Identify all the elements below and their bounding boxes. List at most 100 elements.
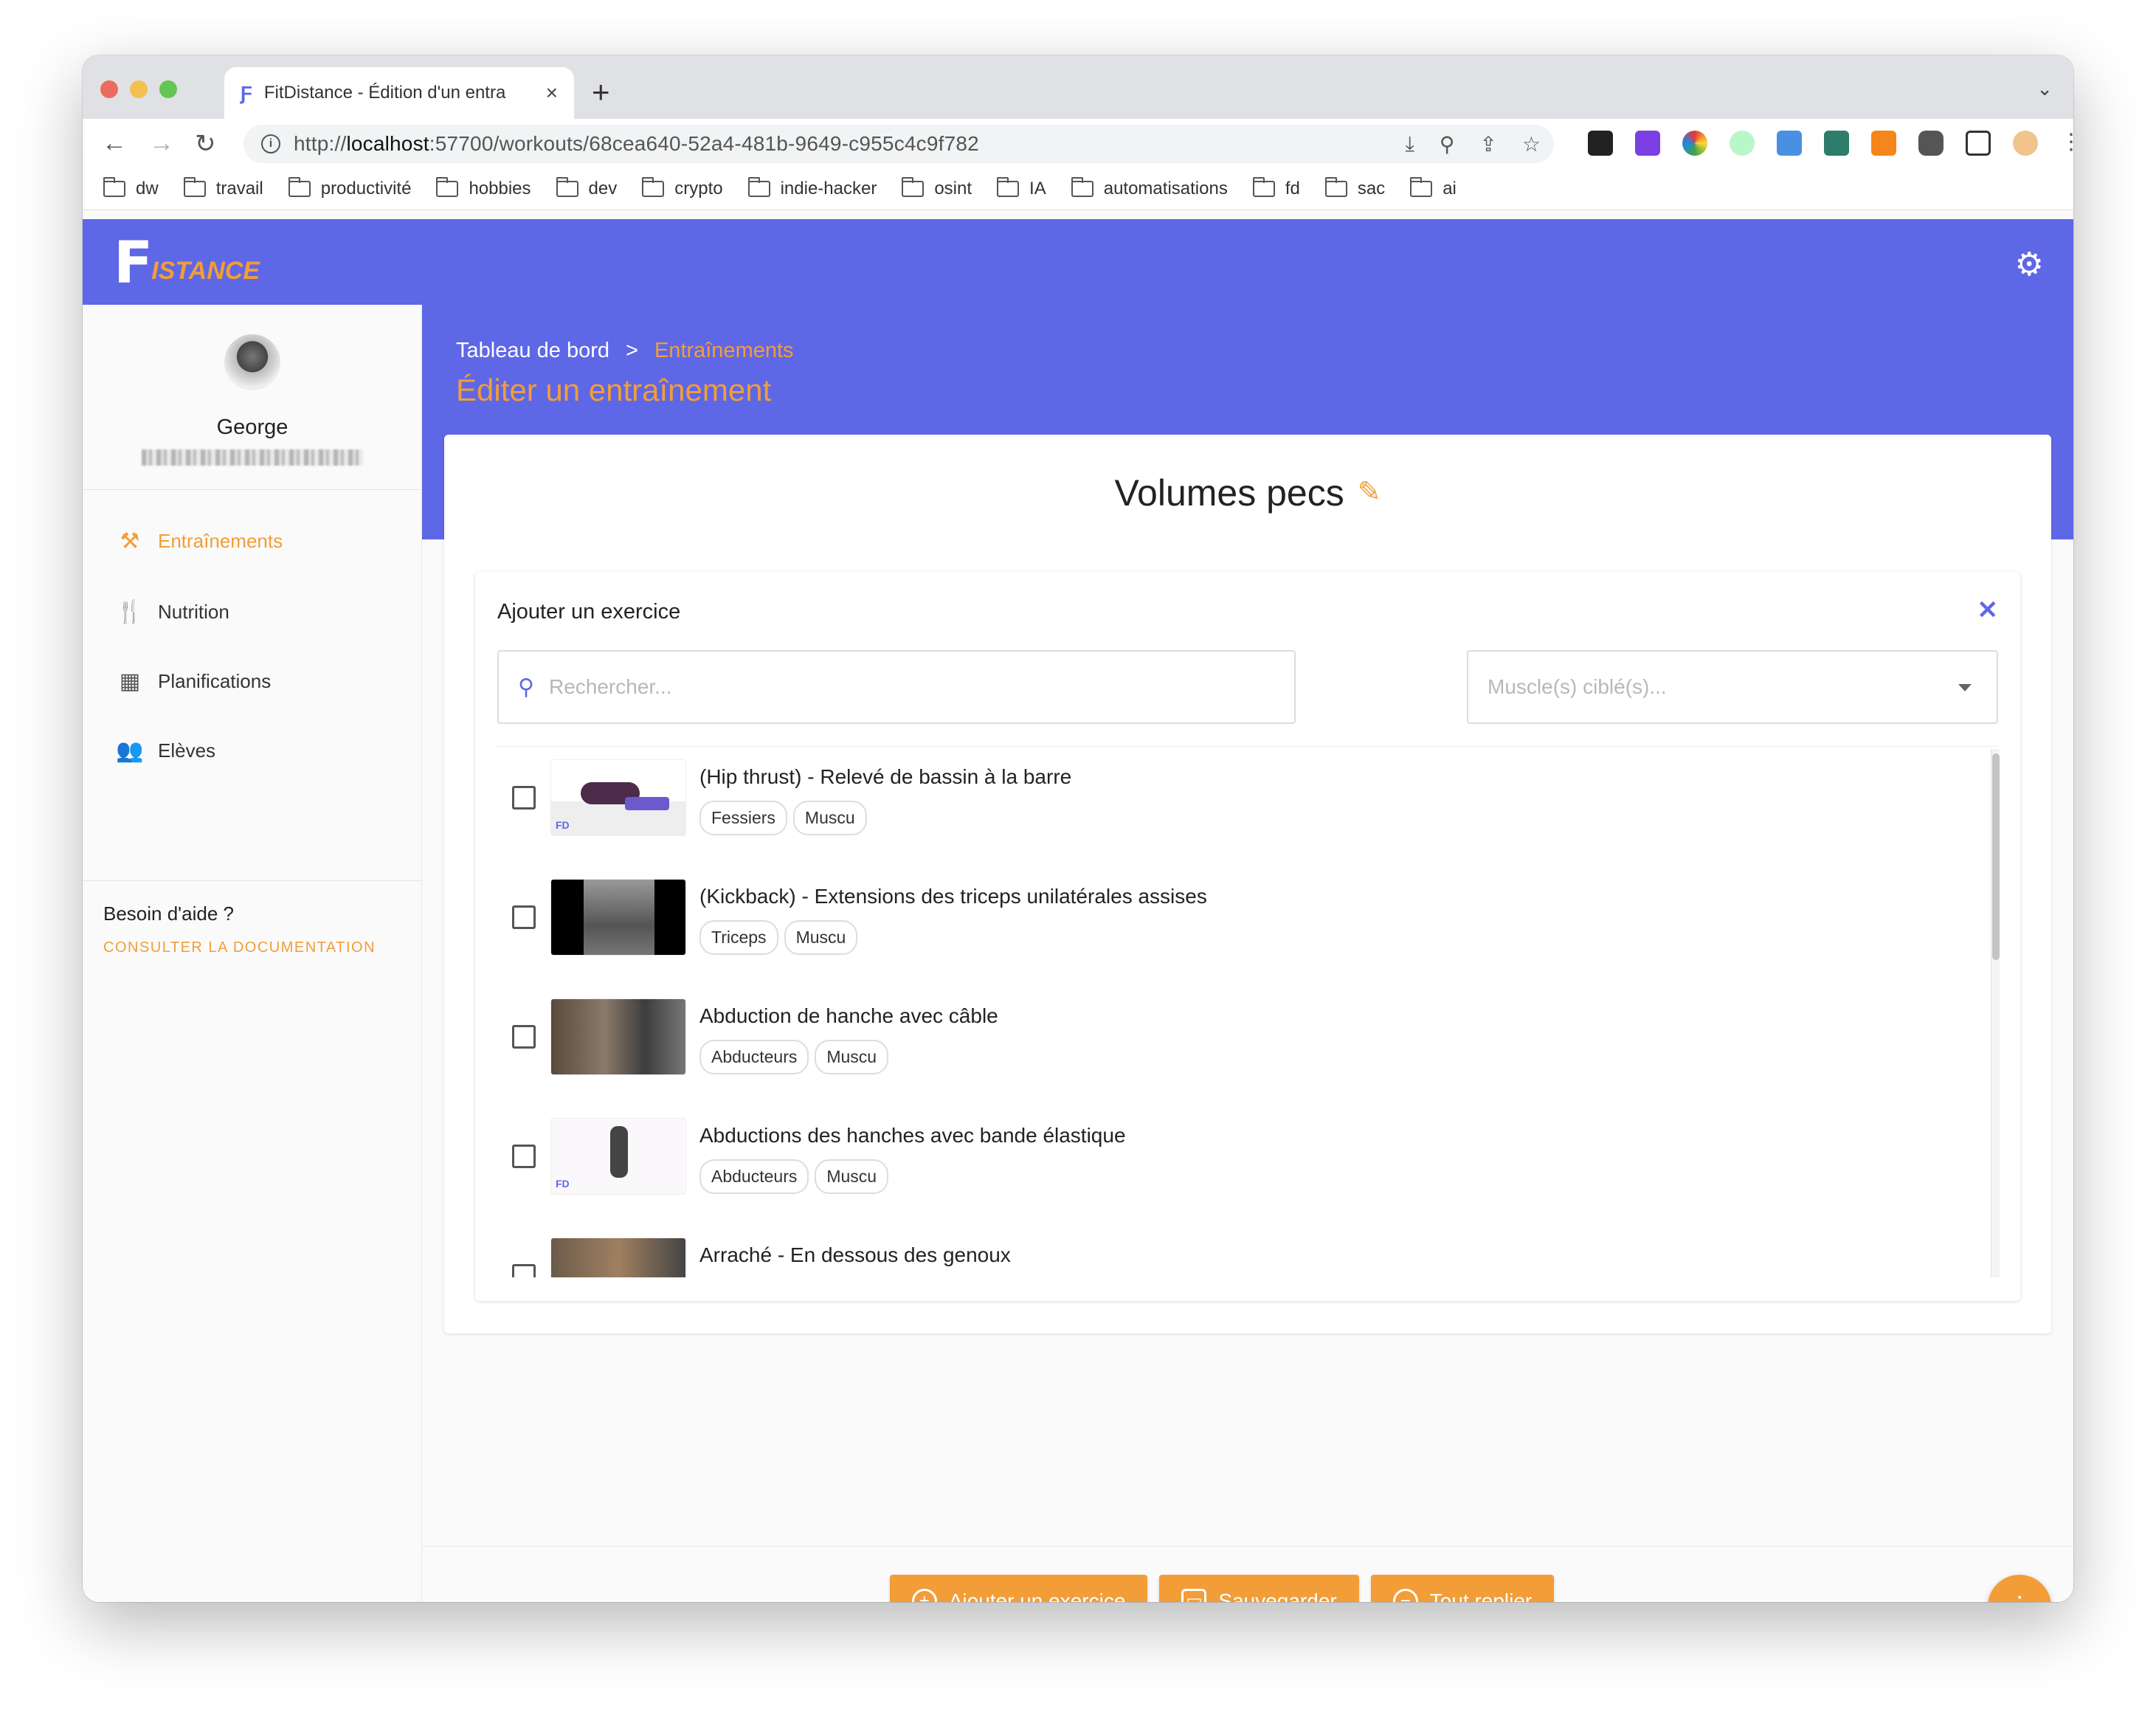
address-bar[interactable]: i http://localhost:57700/workouts/68cea6… xyxy=(243,125,1554,163)
forward-icon[interactable]: → xyxy=(149,129,174,158)
bookmark-star-icon[interactable]: ☆ xyxy=(1522,132,1541,156)
share-icon[interactable]: ⇪ xyxy=(1479,132,1496,156)
muscle-select[interactable]: Muscle(s) ciblé(s)... xyxy=(1467,650,1998,724)
url-text: http://localhost:57700/workouts/68cea640… xyxy=(294,132,979,155)
sidebar-item-entrainements[interactable]: ⚒ Entraînements xyxy=(115,526,283,556)
folder-icon xyxy=(997,176,1020,197)
main-content: Tableau de bord > Entraînements Éditer u… xyxy=(422,305,2073,1602)
metamask-icon[interactable] xyxy=(1871,131,1896,156)
browser-tab[interactable]: Ƒ FitDistance - Édition d'un entra × xyxy=(224,67,574,119)
extension-v-icon[interactable] xyxy=(1635,131,1660,156)
exercise-checkbox[interactable] xyxy=(512,786,536,810)
exercise-name: (Kickback) - Extensions des triceps unil… xyxy=(699,885,1207,908)
side-panel-icon[interactable] xyxy=(1966,131,1991,156)
exercise-thumbnail: FD xyxy=(550,1118,686,1195)
bookmark-folder[interactable]: osint xyxy=(902,176,972,199)
bookmark-folder[interactable]: fd xyxy=(1252,176,1300,199)
maximize-window-button[interactable] xyxy=(159,80,177,98)
bookmark-folder[interactable]: indie-hacker xyxy=(747,176,877,199)
list-item[interactable]: (Kickback) - Extensions des triceps unil… xyxy=(497,869,1966,987)
extension-color-icon[interactable] xyxy=(1682,131,1707,156)
scrollbar-thumb[interactable] xyxy=(1992,753,2000,960)
site-info-icon[interactable]: i xyxy=(261,134,280,153)
app-header: F ISTANCE ⚙ xyxy=(83,219,2073,305)
bookmark-folder[interactable]: automatisations xyxy=(1071,176,1228,199)
tab-search-icon[interactable]: ⌄ xyxy=(2036,77,2053,100)
tag-chip: Triceps xyxy=(699,920,778,955)
bookmark-folder[interactable]: sac xyxy=(1324,176,1385,199)
extension-fi-icon[interactable] xyxy=(1777,131,1802,156)
app-logo[interactable]: F ISTANCE xyxy=(114,230,260,297)
zoom-icon[interactable]: ⚲ xyxy=(1440,132,1455,156)
bookmark-folder[interactable]: IA xyxy=(997,176,1046,199)
add-exercise-button[interactable]: + Ajouter un exercice xyxy=(889,1575,1148,1602)
save-button[interactable]: ▭ Sauvegarder xyxy=(1159,1575,1359,1602)
utensils-icon: 🍴 xyxy=(116,599,144,624)
bookmark-folder[interactable]: ai xyxy=(1410,176,1457,199)
folder-icon xyxy=(436,176,459,197)
help-title: Besoin d'aide ? xyxy=(103,902,234,925)
exercise-checkbox[interactable] xyxy=(512,1025,536,1049)
bookmark-folder[interactable]: crypto xyxy=(642,176,723,199)
minus-circle-icon: − xyxy=(1392,1589,1418,1602)
close-icon[interactable]: ✕ xyxy=(1977,596,1999,625)
browser-menu-icon[interactable]: ⋮ xyxy=(2060,129,2073,155)
search-icon: ⚲ xyxy=(518,674,534,700)
close-tab-icon[interactable]: × xyxy=(546,81,558,105)
install-icon[interactable]: ⤓ xyxy=(1406,132,1414,156)
list-item[interactable]: Arraché - En dessous des genoux xyxy=(497,1227,1966,1277)
workout-card: Volumes pecs✎ Ajouter un exercice ✕ ⚲ Mu… xyxy=(444,435,2051,1333)
avatar xyxy=(224,334,280,390)
folder-icon xyxy=(642,176,665,197)
tag-chip: Muscu xyxy=(815,1159,889,1194)
divider xyxy=(497,746,1998,747)
exercise-thumbnail xyxy=(550,998,686,1075)
exercise-tags: Triceps Muscu xyxy=(699,920,858,955)
edit-pencil-icon[interactable]: ✎ xyxy=(1358,477,1381,508)
minimize-window-button[interactable] xyxy=(130,80,148,98)
add-exercise-panel: Ajouter un exercice ✕ ⚲ Muscle(s) ciblé(… xyxy=(475,572,2020,1301)
settings-gear-icon[interactable]: ⚙ xyxy=(2015,246,2044,283)
collapse-all-button[interactable]: − Tout replier xyxy=(1370,1575,1555,1602)
documentation-link[interactable]: CONSULTER LA DOCUMENTATION xyxy=(103,939,376,956)
exercise-tags: Abducteurs Muscu xyxy=(699,1040,889,1074)
list-scrollbar[interactable] xyxy=(1991,749,2000,1277)
exercise-checkbox[interactable] xyxy=(512,905,536,929)
bookmark-folder[interactable]: hobbies xyxy=(436,176,531,199)
exercise-checkbox[interactable] xyxy=(512,1264,536,1277)
extension-send-icon[interactable] xyxy=(1588,131,1613,156)
exercise-tags: Abducteurs Muscu xyxy=(699,1159,889,1194)
profile-avatar[interactable] xyxy=(2013,131,2038,156)
close-window-button[interactable] xyxy=(100,80,118,98)
bookmarks-bar: dw travail productivité hobbies dev cryp… xyxy=(83,168,2073,210)
folder-icon xyxy=(1324,176,1347,197)
new-tab-button[interactable]: + xyxy=(592,75,610,110)
list-item[interactable]: Abduction de hanche avec câble Abducteur… xyxy=(497,988,1966,1106)
breadcrumb-home[interactable]: Tableau de bord xyxy=(456,339,609,363)
extension-circle-icon[interactable] xyxy=(1730,131,1755,156)
sidebar-item-nutrition[interactable]: 🍴 Nutrition xyxy=(115,597,229,627)
folder-icon xyxy=(1410,176,1433,197)
breadcrumb-current[interactable]: Entraînements xyxy=(654,339,794,363)
extensions-puzzle-icon[interactable] xyxy=(1918,131,1943,156)
back-icon[interactable]: ← xyxy=(102,129,127,158)
reload-icon[interactable]: ↻ xyxy=(195,129,216,159)
sliders-icon: ⫶ xyxy=(2017,1592,2023,1603)
bookmark-folder[interactable]: dev xyxy=(556,176,617,199)
search-input[interactable] xyxy=(548,675,1257,699)
dumbbell-icon: ⚒ xyxy=(120,528,140,553)
list-item[interactable]: FD (Hip thrust) - Relevé de bassin à la … xyxy=(497,749,1966,867)
list-item[interactable]: FD Abductions des hanches avec bande éla… xyxy=(497,1108,1966,1226)
breadcrumb: Tableau de bord > Entraînements xyxy=(456,339,794,363)
search-field[interactable]: ⚲ xyxy=(497,650,1296,724)
sidebar-item-planifications[interactable]: ▦ Planifications xyxy=(115,666,271,696)
bookmark-folder[interactable]: productivité xyxy=(288,176,411,199)
folder-icon xyxy=(747,176,770,197)
extension-shield-icon[interactable] xyxy=(1824,131,1849,156)
bookmark-folder[interactable]: travail xyxy=(183,176,263,199)
sidebar-item-eleves[interactable]: 👥 Elèves xyxy=(115,736,215,765)
user-email-blurred xyxy=(142,449,363,466)
workout-title: Volumes pecs ✎ xyxy=(1114,472,1381,514)
exercise-checkbox[interactable] xyxy=(512,1145,536,1168)
bookmark-folder[interactable]: dw xyxy=(103,176,159,199)
